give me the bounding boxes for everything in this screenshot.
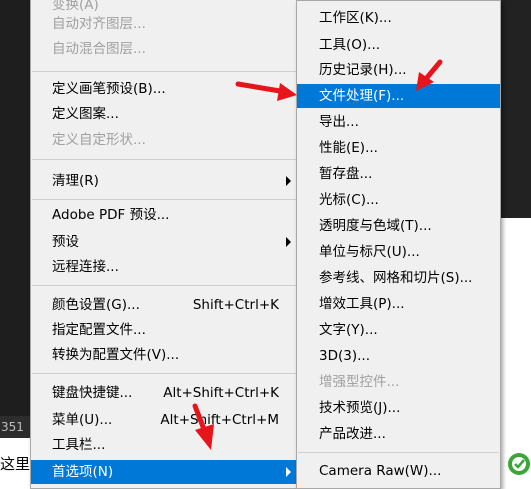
arrow-to-file-handling-icon — [235, 81, 297, 101]
watermark-logo-icon — [508, 453, 530, 475]
arrow-down-to-file-handling-icon — [416, 59, 443, 91]
arrow-to-preferences-icon — [192, 403, 214, 450]
annotation-arrows — [192, 59, 443, 450]
